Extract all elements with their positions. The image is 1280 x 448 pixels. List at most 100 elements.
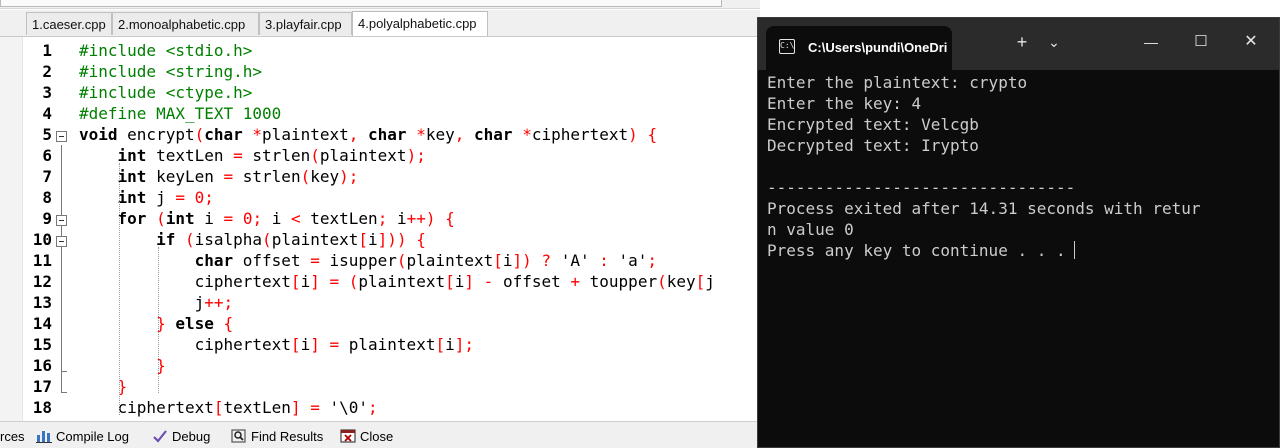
code-token: [ xyxy=(493,251,503,270)
terminal-tab-title: C:\Users\pundi\OneDri xyxy=(808,40,948,55)
line-number: 10 xyxy=(32,230,52,249)
terminal-titlebar[interactable]: C:\ C:\Users\pundi\OneDri + ⌄ — ☐ ✕ xyxy=(758,18,1279,70)
tab-caeser-cpp[interactable]: 1.caeser.cpp xyxy=(26,12,112,35)
code-text: #include <string.h> xyxy=(79,61,262,82)
code-token: int xyxy=(117,167,147,186)
tab-debug[interactable]: Debug xyxy=(152,428,210,446)
code-token: = xyxy=(329,272,340,291)
new-tab-button[interactable]: + xyxy=(1012,30,1032,54)
code-line[interactable]: 17 } xyxy=(0,376,760,397)
code-token: = xyxy=(223,209,234,228)
code-token: plaintext xyxy=(406,251,494,270)
code-line[interactable]: 7 int keyLen = strlen(key); xyxy=(0,166,760,187)
code-token: char xyxy=(368,125,407,144)
line-number: 4 xyxy=(42,104,52,123)
code-text: } xyxy=(79,355,166,376)
code-line[interactable]: 13 j++; xyxy=(0,292,760,313)
tab-playfair-cpp[interactable]: 3.playfair.cpp xyxy=(259,12,352,35)
code-line[interactable]: 14 } else { xyxy=(0,313,760,334)
code-token: = xyxy=(223,167,234,186)
minimize-button[interactable]: — xyxy=(1136,30,1166,54)
code-token: #define MAX_TEXT 1000 xyxy=(79,104,282,123)
tab-dropdown-button[interactable]: ⌄ xyxy=(1044,30,1064,54)
code-token: = xyxy=(310,251,320,270)
code-token: 'A' xyxy=(551,251,600,270)
code-line[interactable]: 6 int textLen = strlen(plaintext); xyxy=(0,145,760,166)
terminal-window[interactable]: C:\ C:\Users\pundi\OneDri + ⌄ — ☐ ✕ Ente… xyxy=(757,17,1280,448)
code-token: else xyxy=(175,314,214,333)
code-token: plaintext xyxy=(358,272,446,291)
code-token: = xyxy=(233,146,243,165)
code-text: ciphertext[textLen] = '\0'; xyxy=(79,397,378,418)
code-line[interactable]: 9 for (int i = 0; i < textLen; i++) { xyxy=(0,208,760,229)
terminal-output[interactable]: Enter the plaintext: crypto Enter the ke… xyxy=(758,70,1279,447)
tab-resources[interactable]: rces xyxy=(0,428,25,446)
code-token: char xyxy=(204,125,243,144)
terminal-line: Process exited after 14.31 seconds with … xyxy=(767,199,1201,218)
code-line[interactable]: 15 ciphertext[i] = plaintext[i]; xyxy=(0,334,760,355)
code-token: ])) xyxy=(377,230,407,249)
code-line[interactable]: 2 #include <string.h> xyxy=(0,61,760,82)
code-token: [ xyxy=(290,335,301,354)
tab-monoalphabetic-cpp[interactable]: 2.monoalphabetic.cpp xyxy=(112,12,259,35)
code-token: - xyxy=(483,272,494,291)
fold-toggle-line-10[interactable] xyxy=(56,236,67,247)
fold-end-line-17 xyxy=(61,392,67,393)
code-token: ); xyxy=(339,167,359,186)
code-token: : xyxy=(599,251,609,270)
line-number: 2 xyxy=(42,62,52,81)
line-number: 6 xyxy=(42,146,52,165)
code-token: i xyxy=(262,209,291,228)
code-token: ]) xyxy=(512,251,532,270)
code-line[interactable]: 11 char offset = isupper(plaintext[i]) ?… xyxy=(0,250,760,271)
code-token: ) xyxy=(628,125,638,144)
tab-polyalphabetic-cpp[interactable]: 4.polyalphabetic.cpp xyxy=(352,11,488,36)
terminal-tab[interactable]: C:\ C:\Users\pundi\OneDri xyxy=(766,26,952,70)
text-cursor xyxy=(1073,241,1075,259)
terminal-line: Enter the plaintext: crypto xyxy=(767,73,1028,92)
code-token: plaintext xyxy=(339,335,436,354)
code-token: ++; xyxy=(204,293,234,312)
tab-compile-log[interactable]: Compile Log xyxy=(36,428,129,446)
code-token: #include <string.h> xyxy=(79,62,263,81)
code-line[interactable]: 18 ciphertext[textLen] = '\0'; xyxy=(0,397,760,418)
tab-close[interactable]: Close xyxy=(340,428,393,446)
code-line[interactable]: 1 #include <stdio.h> xyxy=(0,40,760,61)
code-token: toupper xyxy=(580,272,658,291)
code-token: textLen xyxy=(223,398,291,417)
code-text: #include <ctype.h> xyxy=(79,82,252,103)
code-token: i xyxy=(502,251,513,270)
fold-toggle-line-9[interactable] xyxy=(56,215,67,226)
code-token: ciphertext xyxy=(79,335,291,354)
code-line[interactable]: 10 if (isalpha(plaintext[i])) { xyxy=(0,229,760,250)
close-button[interactable]: ✕ xyxy=(1236,30,1266,54)
code-line[interactable]: 4 #define MAX_TEXT 1000 xyxy=(0,103,760,124)
tab-find-results[interactable]: Find Results xyxy=(231,428,323,446)
code-token: = xyxy=(175,188,185,207)
code-token: < xyxy=(290,209,301,228)
code-text: void encrypt(char *plaintext, char *key,… xyxy=(79,124,657,145)
code-line[interactable]: 3 #include <ctype.h> xyxy=(0,82,760,103)
code-token: int xyxy=(165,209,195,228)
code-line[interactable]: 5 void encrypt(char *plaintext, char *key… xyxy=(0,124,760,145)
code-token: [ xyxy=(290,272,301,291)
code-token: { xyxy=(445,209,455,228)
code-token: * xyxy=(522,125,532,144)
code-editor[interactable]: 1 #include <stdio.h> 2 #include <string.h> 3… xyxy=(0,37,760,421)
code-text: int keyLen = strlen(key); xyxy=(79,166,359,187)
code-token: 0; xyxy=(194,188,214,207)
code-token: i xyxy=(368,230,378,249)
line-number: 16 xyxy=(32,356,52,375)
code-line[interactable]: 16 } xyxy=(0,355,760,376)
code-token: ( xyxy=(262,230,272,249)
maximize-button[interactable]: ☐ xyxy=(1186,30,1216,54)
fold-toggle-line-5[interactable] xyxy=(56,131,67,142)
code-line[interactable]: 8 int j = 0; xyxy=(0,187,760,208)
code-token: keyLen xyxy=(146,167,224,186)
code-line[interactable]: 12 ciphertext[i] = (plaintext[i] - offse… xyxy=(0,271,760,292)
